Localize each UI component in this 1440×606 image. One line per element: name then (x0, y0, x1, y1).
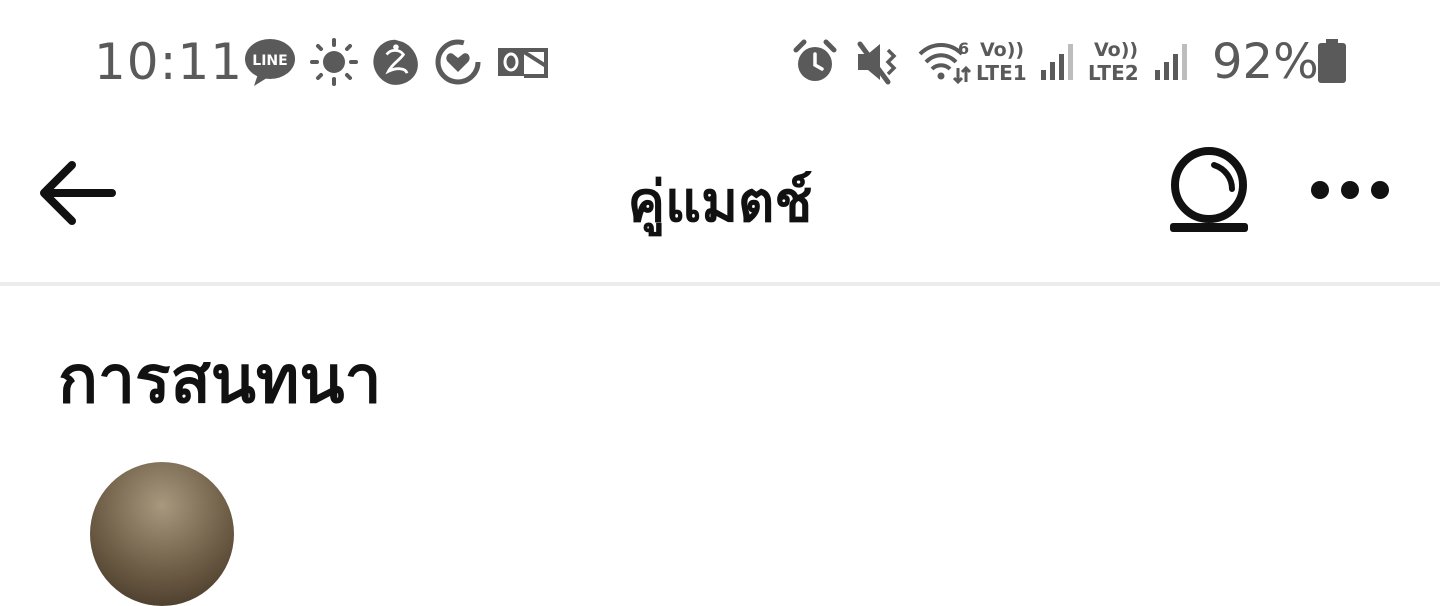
signal-icon (1041, 44, 1073, 80)
wifi-icon-label: 6 (958, 39, 969, 58)
crystal-ball-icon[interactable] (1162, 145, 1256, 239)
status-bar: 10:11 LINE 6 Vo)) LTE1 Vo)) LTE2 92% (0, 0, 1440, 125)
kasikorn-bank-icon (373, 39, 418, 85)
conversations-heading: การสนทนา (58, 341, 382, 418)
wifi-6-icon: 6 (918, 39, 972, 85)
volte2-top-label: Vo)) (1094, 39, 1138, 61)
signal-icon (1155, 44, 1187, 80)
volte1-bottom-label: LTE1 (976, 61, 1027, 85)
avatar[interactable] (90, 462, 234, 606)
volte-lte2-icon: Vo)) LTE2 (1088, 39, 1139, 85)
more-options-icon[interactable] (1302, 165, 1398, 215)
volte1-top-label: Vo)) (980, 39, 1024, 61)
alarm-icon (793, 39, 837, 81)
volte2-bottom-label: LTE2 (1088, 61, 1139, 85)
divider (0, 282, 1440, 286)
muted-icon (857, 41, 897, 85)
heart-sync-icon (435, 39, 481, 85)
app-bar: คู่แมตช์ (0, 125, 1440, 283)
battery-icon (1318, 39, 1346, 83)
outlook-icon (498, 48, 548, 78)
brightness-icon (310, 38, 358, 86)
status-time: 10:11 (94, 33, 244, 91)
battery-percent: 92% (1212, 34, 1319, 90)
line-app-icon: LINE (245, 39, 295, 86)
line-icon-label: LINE (252, 53, 287, 69)
volte-lte1-icon: Vo)) LTE1 (976, 39, 1027, 85)
